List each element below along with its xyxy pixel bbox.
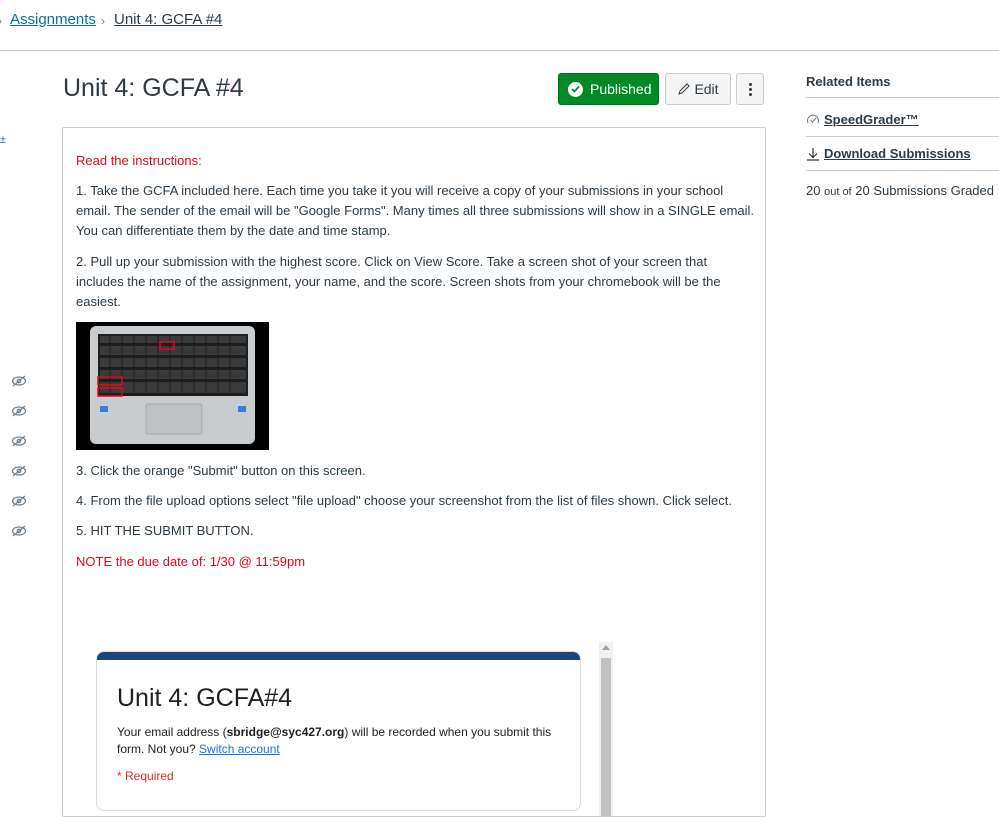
hidden-eye-icon — [11, 525, 27, 537]
form-title: Unit 4: GCFA#4 — [117, 684, 293, 712]
page-title: Unit 4: GCFA #4 — [63, 74, 244, 102]
published-label: Published — [590, 81, 652, 97]
due-date-note: NOTE the due date of: 1/30 @ 11:59pm — [76, 554, 306, 569]
form-email-notice: Your email address (sbridge@syc427.org) … — [117, 724, 567, 758]
divider — [806, 136, 999, 137]
graded-out-of: out of — [824, 186, 852, 198]
hidden-eye-icon — [11, 495, 27, 507]
form-header-bar — [97, 652, 580, 660]
graded-count: 20 out of 20 Submissions Graded — [806, 183, 994, 198]
speedgrader-label: SpeedGrader™ — [824, 112, 919, 127]
hidden-eye-icon — [11, 405, 27, 417]
speedgrader-icon — [806, 114, 820, 123]
kebab-dot — [748, 87, 752, 91]
chromebook-keyboard-image — [76, 322, 269, 450]
graded-count-number: 20 — [806, 183, 821, 198]
breadcrumb-assignments-link[interactable]: Assignments — [10, 11, 96, 28]
instruction-step-5: 5. HIT THE SUBMIT BUTTON. — [76, 523, 254, 538]
breadcrumb-current-page[interactable]: Unit 4: GCFA #4 — [114, 11, 222, 28]
more-options-button[interactable] — [736, 73, 764, 105]
kebab-dot — [748, 92, 752, 96]
switch-account-link[interactable]: Switch account — [199, 742, 280, 756]
breadcrumb-separator-icon: › — [101, 14, 105, 28]
instruction-step-3: 3. Click the orange "Submit" button on t… — [76, 463, 366, 478]
pencil-icon — [678, 83, 691, 95]
iframe-scrollbar[interactable] — [599, 642, 613, 816]
edit-button[interactable]: Edit — [665, 73, 731, 105]
nav-link-fragment[interactable]: ± — [0, 134, 6, 146]
scrollbar-thumb[interactable] — [601, 658, 611, 816]
speedgrader-link[interactable]: SpeedGrader™ — [806, 112, 919, 127]
edit-label: Edit — [694, 81, 719, 97]
form-email-address: sbridge@syc427.org — [226, 725, 345, 739]
download-icon — [807, 147, 819, 161]
hidden-eye-icon — [11, 375, 27, 387]
published-button[interactable]: Published — [558, 73, 659, 105]
breadcrumb: › Assignments › Unit 4: GCFA #4 — [0, 0, 999, 51]
scroll-up-arrow-icon[interactable] — [602, 645, 610, 650]
instruction-step-1: 1. Take the GCFA included here. Each tim… — [76, 183, 755, 238]
divider — [806, 97, 999, 98]
hidden-eye-icon — [11, 435, 27, 447]
related-items-heading: Related Items — [806, 74, 891, 89]
kebab-dot — [748, 82, 752, 86]
instruction-step-2: 2. Pull up your submission with the high… — [76, 254, 721, 309]
embedded-google-form[interactable]: Unit 4: GCFA#4 Your email address (sbrid… — [96, 651, 581, 811]
instructions-heading: Read the instructions: — [76, 153, 202, 168]
breadcrumb-separator-icon: › — [0, 14, 2, 28]
download-submissions-link[interactable]: Download Submissions — [806, 146, 971, 161]
assignment-description: Read the instructions: 1. Take the GCFA … — [62, 127, 766, 817]
graded-total: 20 Submissions Graded — [855, 183, 994, 198]
form-email-prefix: Your email address ( — [117, 725, 227, 739]
hidden-eye-icon — [11, 465, 27, 477]
instruction-step-4: 4. From the file upload options select "… — [76, 493, 732, 508]
check-circle-icon — [568, 81, 583, 97]
form-required-label: * Required — [117, 769, 174, 783]
download-submissions-label: Download Submissions — [824, 146, 971, 161]
divider — [806, 170, 999, 171]
